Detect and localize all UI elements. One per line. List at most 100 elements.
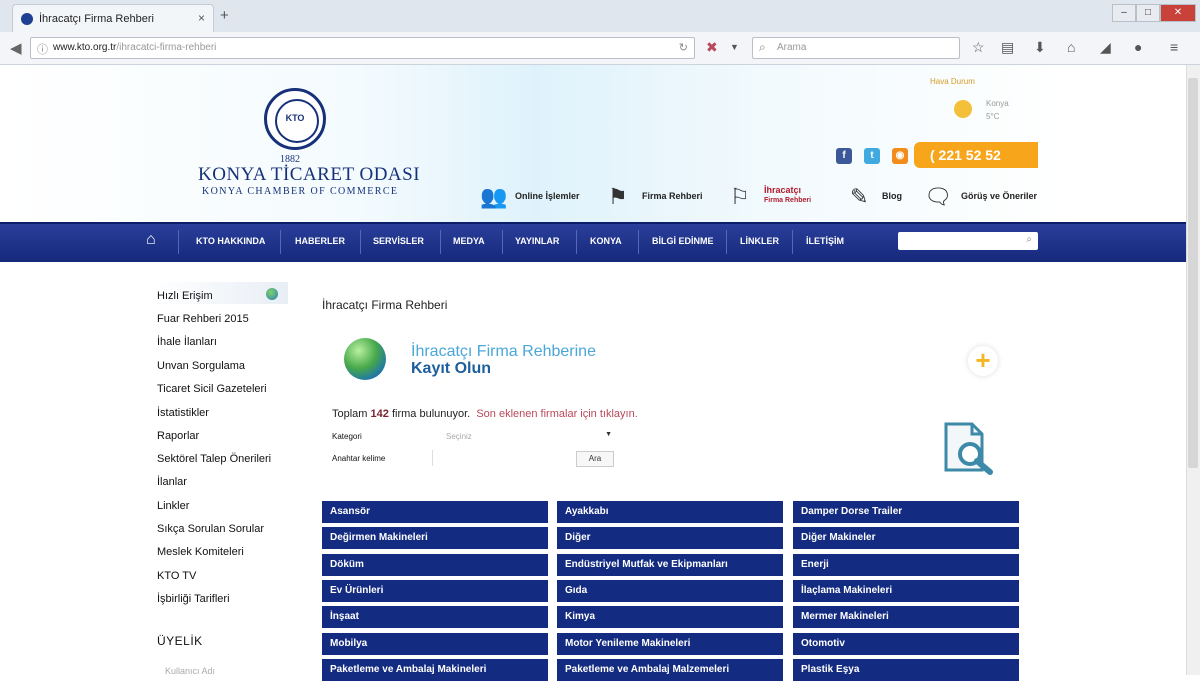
- document-search-icon[interactable]: [942, 420, 996, 476]
- category-button[interactable]: Asansör: [322, 501, 548, 523]
- kto-logo-icon[interactable]: KTO: [264, 88, 326, 150]
- category-button[interactable]: İlaçlama Makineleri: [793, 579, 1019, 602]
- nav-item-info[interactable]: BİLGİ EDİNME: [652, 236, 714, 246]
- nav-item-about[interactable]: KTO HAKKINDA: [196, 236, 265, 246]
- rss-icon[interactable]: ◉: [892, 148, 908, 164]
- weather-heading: Hava Durum: [930, 77, 975, 86]
- sidebar-item-committees[interactable]: Meslek Komiteleri: [157, 546, 244, 558]
- category-button[interactable]: Motor Yenileme Makineleri: [557, 632, 783, 655]
- banner-line2[interactable]: Kayıt Olun: [411, 360, 491, 378]
- nav-item-services[interactable]: SERVİSLER: [373, 236, 424, 246]
- sidebar-item-title-search[interactable]: Unvan Sorgulama: [157, 360, 245, 372]
- banner-line1[interactable]: İhracatçı Firma Rehberine: [411, 343, 596, 361]
- site-search-input[interactable]: ⌕: [898, 232, 1038, 250]
- twitter-icon[interactable]: t: [864, 148, 880, 164]
- category-button[interactable]: Paketleme ve Ambalaj Makineleri: [322, 658, 548, 681]
- recent-firms-link[interactable]: Son eklenen firmalar için tıklayın.: [476, 408, 637, 420]
- menu-icon[interactable]: ≡: [1170, 39, 1178, 55]
- quick-link-online[interactable]: 👥 Online İşlemler: [480, 182, 592, 212]
- back-arrow-icon[interactable]: ◀: [10, 39, 22, 57]
- category-button[interactable]: Mobilya: [322, 632, 548, 655]
- category-button[interactable]: Damper Dorse Trailer: [793, 501, 1019, 523]
- facebook-icon[interactable]: f: [836, 148, 852, 164]
- chat-icon: 🗨: [924, 184, 952, 209]
- globe-icon: [266, 288, 278, 300]
- window-close-button[interactable]: ✕: [1160, 4, 1196, 22]
- sidebar-item-fair-guide[interactable]: Fuar Rehberi 2015: [157, 313, 249, 325]
- sidebar-item-tariffs[interactable]: İşbirliği Tarifleri: [157, 593, 230, 605]
- reading-list-icon[interactable]: ▤: [1001, 39, 1014, 56]
- category-button[interactable]: Ev Ürünleri: [322, 579, 548, 602]
- add-plus-icon[interactable]: +: [968, 346, 998, 376]
- category-button[interactable]: Endüstriyel Mutfak ve Ekipmanları: [557, 553, 783, 576]
- tab-close-icon[interactable]: ×: [198, 11, 205, 25]
- dropdown-arrow-icon[interactable]: ▼: [730, 42, 739, 52]
- sidebar-item-sector-requests[interactable]: Sektörel Talep Önerileri: [157, 453, 271, 465]
- sidebar-item-reports[interactable]: Raporlar: [157, 430, 199, 442]
- globe-icon: [344, 338, 386, 380]
- category-button[interactable]: Değirmen Makineleri: [322, 527, 548, 550]
- quick-link-exporter-directory[interactable]: ⚐ İhracatçı Firma Rehberi: [730, 182, 834, 212]
- new-tab-button[interactable]: +: [220, 7, 229, 24]
- site-info-icon[interactable]: ⓘ: [37, 41, 48, 57]
- nav-item-konya[interactable]: KONYA: [590, 236, 622, 246]
- category-select[interactable]: Seçiniz ▼: [430, 430, 614, 444]
- nav-item-contact[interactable]: İLETİŞİM: [806, 236, 844, 246]
- search-button[interactable]: Ara: [576, 451, 614, 467]
- browser-search-input[interactable]: ⌕ Arama: [752, 37, 960, 59]
- sidebar-item-faq[interactable]: Sıkça Sorulan Sorular: [157, 523, 264, 535]
- maximize-button[interactable]: □: [1136, 4, 1160, 22]
- browser-tab[interactable]: İhracatçı Firma Rehberi ×: [12, 4, 214, 33]
- nav-item-publications[interactable]: YAYINLAR: [515, 236, 559, 246]
- quick-link-blog[interactable]: ✎ Blog: [850, 182, 910, 212]
- chat-bubble-icon[interactable]: ●: [1134, 39, 1142, 55]
- sidebar-item-quick-access[interactable]: Hızlı Erişim: [157, 290, 213, 302]
- category-button[interactable]: Diğer: [557, 527, 783, 550]
- search-icon[interactable]: ⌕: [1026, 234, 1032, 245]
- signpost-icon: ⚑: [608, 184, 628, 209]
- url-bar[interactable]: ⓘ www.kto.org.tr/ihracatci-firma-rehberi…: [30, 37, 695, 59]
- nav-divider: [726, 230, 727, 254]
- sidebar-item-kto-tv[interactable]: KTO TV: [157, 570, 196, 582]
- scrollbar-thumb[interactable]: [1188, 78, 1198, 468]
- minimize-button[interactable]: –: [1112, 4, 1136, 22]
- sidebar-item-links[interactable]: Linkler: [157, 500, 189, 512]
- sidebar-item-ads[interactable]: İlanlar: [157, 476, 187, 488]
- nav-item-media[interactable]: MEDYA: [453, 236, 485, 246]
- users-icon: 👥: [480, 184, 508, 209]
- nav-item-news[interactable]: HABERLER: [295, 236, 345, 246]
- keyword-input[interactable]: [432, 450, 567, 466]
- nav-divider: [638, 230, 639, 254]
- flag-icon: ⚐: [730, 184, 750, 209]
- addon-icon[interactable]: ✖: [706, 39, 718, 56]
- bookmark-star-icon[interactable]: ☆: [972, 39, 985, 56]
- home-icon[interactable]: ⌂: [1067, 39, 1075, 55]
- pocket-icon[interactable]: ◢: [1100, 39, 1111, 56]
- category-button[interactable]: Kimya: [557, 606, 783, 629]
- sidebar-item-gazettes[interactable]: Ticaret Sicil Gazeteleri: [157, 383, 267, 395]
- category-button[interactable]: Mermer Makineleri: [793, 606, 1019, 629]
- category-button[interactable]: Otomotiv: [793, 632, 1019, 655]
- weather-info: Konya 5°C: [986, 99, 1009, 121]
- home-nav-icon[interactable]: ⌂: [146, 231, 156, 249]
- category-button[interactable]: Ayakkabı: [557, 501, 783, 523]
- logo-name[interactable]: KONYA TİCARET ODASI: [198, 164, 420, 186]
- nav-item-links[interactable]: LİNKLER: [740, 236, 779, 246]
- sidebar-item-statistics[interactable]: İstatistikler: [157, 407, 209, 419]
- category-button[interactable]: İnşaat: [322, 606, 548, 629]
- quick-link-feedback[interactable]: 🗨 Görüş ve Öneriler: [924, 182, 1048, 212]
- reload-icon[interactable]: ↻: [679, 41, 688, 54]
- category-button[interactable]: Diğer Makineler: [793, 527, 1019, 550]
- search-icon: ⌕: [759, 40, 766, 54]
- category-button[interactable]: Plastik Eşya: [793, 658, 1019, 681]
- quick-link-directory[interactable]: ⚑ Firma Rehberi: [608, 182, 712, 212]
- category-button[interactable]: Gıda: [557, 579, 783, 602]
- keyword-label: Anahtar kelime: [332, 454, 386, 463]
- sidebar-item-tenders[interactable]: İhale İlanları: [157, 336, 217, 348]
- category-button[interactable]: Döküm: [322, 553, 548, 576]
- category-button[interactable]: Enerji: [793, 553, 1019, 576]
- category-button[interactable]: Paketleme ve Ambalaj Malzemeleri: [557, 658, 783, 681]
- tab-title: İhracatçı Firma Rehberi: [39, 13, 154, 25]
- download-icon[interactable]: ⬇: [1034, 39, 1046, 56]
- page-title: İhracatçı Firma Rehberi: [322, 298, 448, 312]
